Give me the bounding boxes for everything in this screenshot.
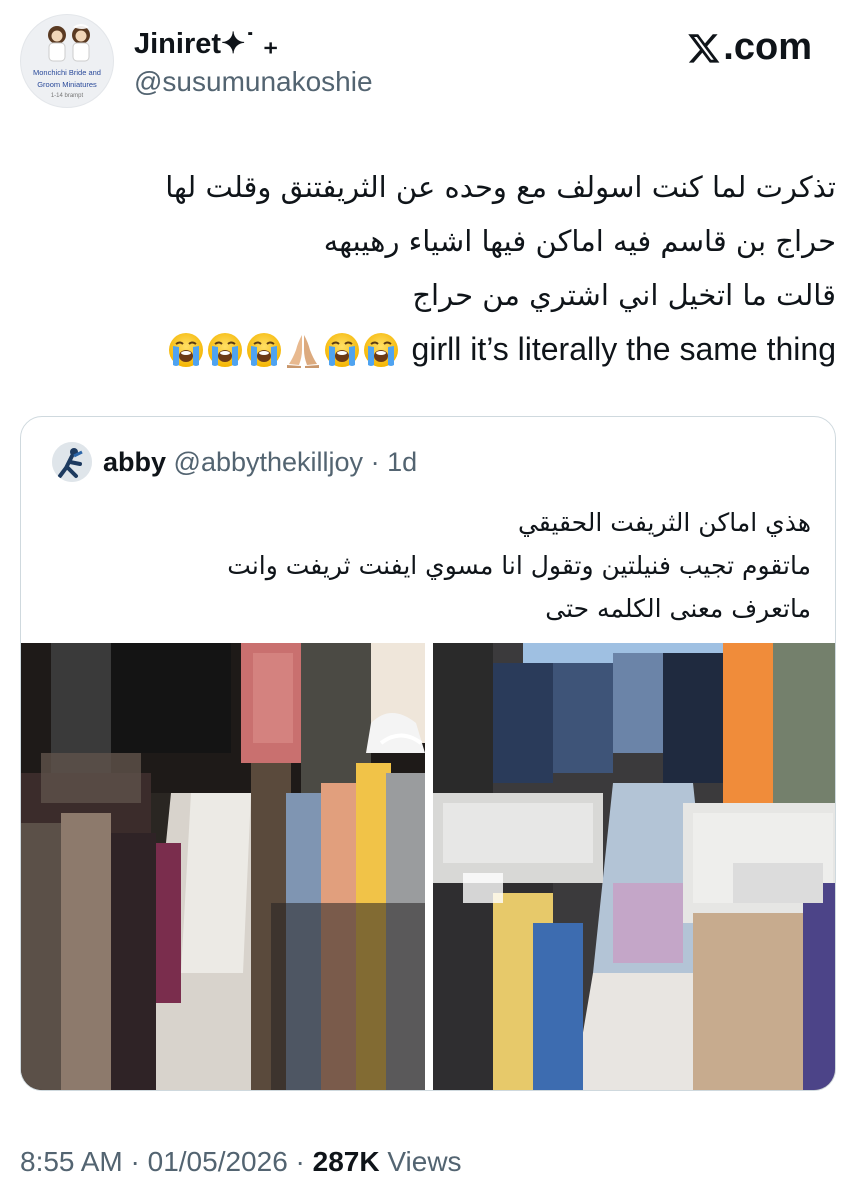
brand-watermark: .com: [687, 26, 812, 69]
avatar-caption: 1-14 brampt: [50, 93, 84, 99]
avatar-caption: Monchichi Bride and: [33, 68, 101, 77]
quoted-tweet-body: هذي اماكن الثريفت الحقيقي ماتقوم تجيب فن…: [41, 501, 811, 630]
footer-separator: ·: [287, 1146, 313, 1177]
display-name-decoration: ✦˙ ₊: [221, 28, 279, 60]
quoted-tweet-card[interactable]: abby @abbythekilljoy · 1d هذي اماكن الثر…: [20, 416, 836, 1091]
quoted-tweet-media: [21, 643, 835, 1090]
quoted-author-name[interactable]: abby: [103, 447, 166, 477]
footer-separator: ·: [122, 1146, 148, 1177]
tweet-line: حراج بن قاسم فيه اماكن فيها اشياء رهيبهه: [323, 224, 836, 258]
folded-hands-icon: [285, 332, 321, 368]
tweet-date[interactable]: 01/05/2026: [148, 1146, 288, 1177]
tweet-line: تذكرت لما كنت اسولف مع وحده عن الثريفتنق…: [165, 170, 836, 204]
quoted-tweet-line: هذي اماكن الثريفت الحقيقي: [517, 508, 811, 537]
quoted-tweet-age[interactable]: 1d: [387, 447, 417, 477]
loudly-crying-face-icon: [324, 332, 360, 368]
loudly-crying-face-icon: [207, 332, 243, 368]
loudly-crying-face-icon: [246, 332, 282, 368]
author-avatar[interactable]: Monchichi Bride and Groom Miniatures 1-1…: [20, 14, 114, 108]
views-label: Views: [379, 1146, 462, 1177]
quoted-avatar-figure-icon: [52, 442, 92, 482]
loudly-crying-face-icon: [363, 332, 399, 368]
quoted-tweet-line: ماتقوم تجيب فنيلتين وتقول انا مسوي ايفنت…: [227, 551, 811, 580]
author-handle[interactable]: @susumunakoshie: [134, 66, 373, 98]
tweet-body: تذكرت لما كنت اسولف مع وحده عن الثريفتنق…: [20, 160, 836, 377]
tweet-english-text: girll it’s literally the same thing: [411, 331, 836, 367]
monchichi-dolls-icon: [48, 24, 90, 62]
tweet-line-emoji: girll it’s literally the same thing: [20, 322, 836, 377]
thrift-store-shoes-and-clothes-photo[interactable]: [433, 643, 835, 1090]
tweet-line: قالت ما اتخيل اني اشتري من حراج: [412, 278, 836, 312]
quoted-author-handle[interactable]: @abbythekilljoy: [174, 447, 364, 477]
x-logo-icon: [688, 33, 720, 63]
quoted-tweet-header: abby @abbythekilljoy · 1d: [103, 447, 417, 478]
thrift-shoes-photo-art: [433, 643, 835, 1090]
thrift-store-aisle-photo[interactable]: [21, 643, 425, 1090]
tweet-time[interactable]: 8:55 AM: [20, 1146, 123, 1177]
avatar-caption: Groom Miniatures: [37, 80, 97, 89]
thrift-aisle-photo-art: [21, 643, 425, 1090]
quoted-author-avatar[interactable]: [52, 442, 92, 482]
quoted-tweet-line: ماتعرف معنى الكلمه حتى: [545, 594, 811, 623]
brand-label: .com: [723, 26, 812, 68]
quoted-meta-separator: ·: [363, 447, 388, 477]
loudly-crying-face-icon: [168, 332, 204, 368]
author-display-name[interactable]: Jiniret✦˙ ₊: [134, 26, 278, 61]
views-count[interactable]: 287K: [313, 1146, 380, 1177]
tweet-footer: 8:55 AM · 01/05/2026 · 287K Views: [20, 1146, 462, 1178]
display-name-text: Jiniret: [134, 28, 222, 60]
